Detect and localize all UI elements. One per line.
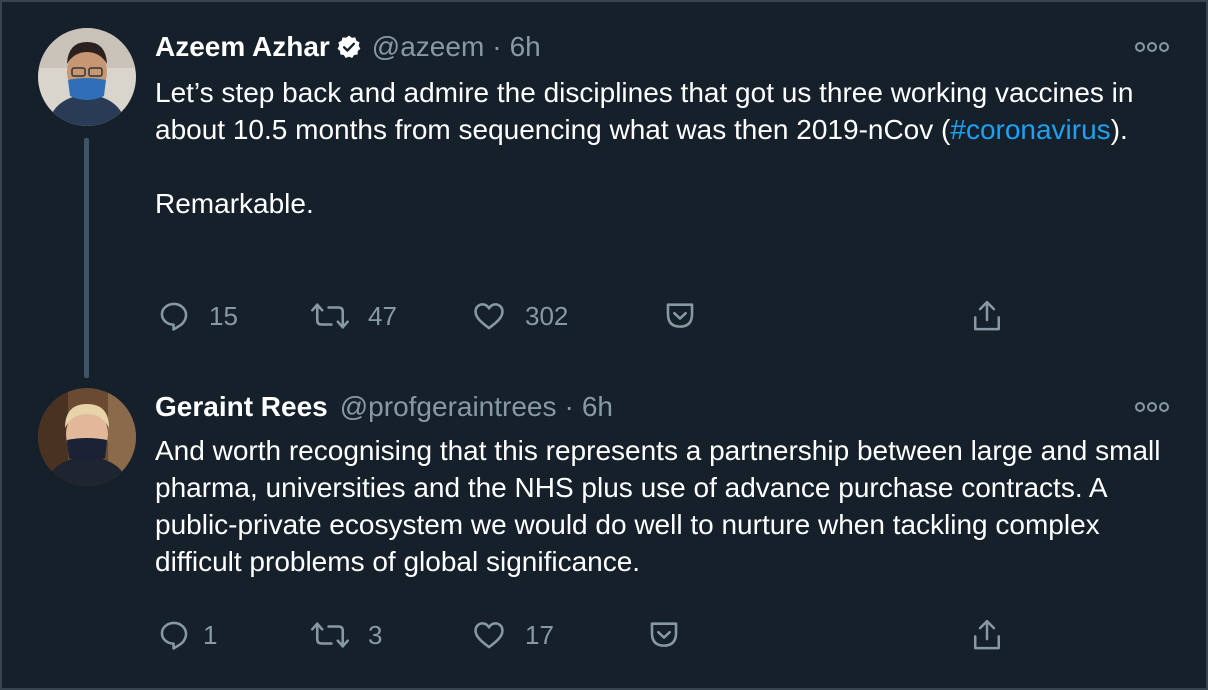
like-button[interactable]: 302 <box>471 296 568 336</box>
retweet-count: 3 <box>368 619 383 650</box>
pocket-button[interactable] <box>647 615 681 655</box>
tweet-body-second-paragraph: Remarkable. <box>155 188 314 219</box>
reply-icon <box>157 618 191 652</box>
reply-button[interactable]: 1 <box>157 615 217 655</box>
reply-button[interactable]: 15 <box>157 296 238 336</box>
avatar[interactable] <box>38 388 136 486</box>
retweet-icon <box>310 299 350 333</box>
like-count: 17 <box>525 619 554 650</box>
tweet-time[interactable]: 6h <box>510 31 541 62</box>
tweet-actions: 1 3 17 <box>0 615 1208 655</box>
share-button[interactable] <box>970 296 1004 336</box>
like-icon <box>471 618 507 652</box>
pocket-icon <box>663 299 697 333</box>
retweet-count: 47 <box>368 300 397 331</box>
tweet-actions: 15 47 302 <box>0 296 1208 336</box>
separator-dot: · <box>492 31 502 62</box>
hashtag-link[interactable]: #coronavirus <box>950 114 1110 145</box>
author-handle[interactable]: @profgeraintrees <box>340 391 557 422</box>
pocket-icon <box>647 618 681 652</box>
tweet-body-text-end: ). <box>1110 114 1128 145</box>
tweet-header: Geraint Rees @profgeraintrees · 6h <box>155 390 613 424</box>
tweet-body-line: Let’s step back and admire the disciplin… <box>155 74 1185 148</box>
more-icon[interactable] <box>1134 397 1170 417</box>
tweet-geraint[interactable]: Geraint Rees @profgeraintrees · 6h And wort… <box>0 375 1208 690</box>
reply-icon <box>157 299 191 333</box>
author-name[interactable]: Azeem Azhar <box>155 31 330 62</box>
retweet-button[interactable]: 47 <box>310 296 397 336</box>
like-count: 302 <box>525 300 569 331</box>
verified-badge-icon <box>336 34 362 68</box>
like-button[interactable]: 17 <box>471 615 554 655</box>
avatar[interactable] <box>38 28 136 126</box>
author-name[interactable]: Geraint Rees <box>155 391 328 422</box>
share-icon <box>970 617 1004 653</box>
reply-count: 15 <box>209 300 238 331</box>
reply-count: 1 <box>203 619 218 650</box>
more-icon[interactable] <box>1134 37 1170 57</box>
share-button[interactable] <box>970 615 1004 655</box>
tweet-azeem[interactable]: Azeem Azhar @azeem · 6h Let’s step back and… <box>0 0 1208 378</box>
share-icon <box>970 298 1004 334</box>
thread-connector-line <box>84 138 89 378</box>
like-icon <box>471 299 507 333</box>
tweet-text: Let’s step back and admire the disciplin… <box>155 74 1185 222</box>
tweet-time[interactable]: 6h <box>582 391 613 422</box>
tweet-header: Azeem Azhar @azeem · 6h <box>155 30 541 64</box>
retweet-icon <box>310 618 350 652</box>
pocket-button[interactable] <box>663 296 697 336</box>
separator-dot: · <box>564 391 574 422</box>
retweet-button[interactable]: 3 <box>310 615 382 655</box>
author-handle[interactable]: @azeem <box>372 31 484 62</box>
tweet-text: And worth recognising that this represen… <box>155 435 1161 577</box>
